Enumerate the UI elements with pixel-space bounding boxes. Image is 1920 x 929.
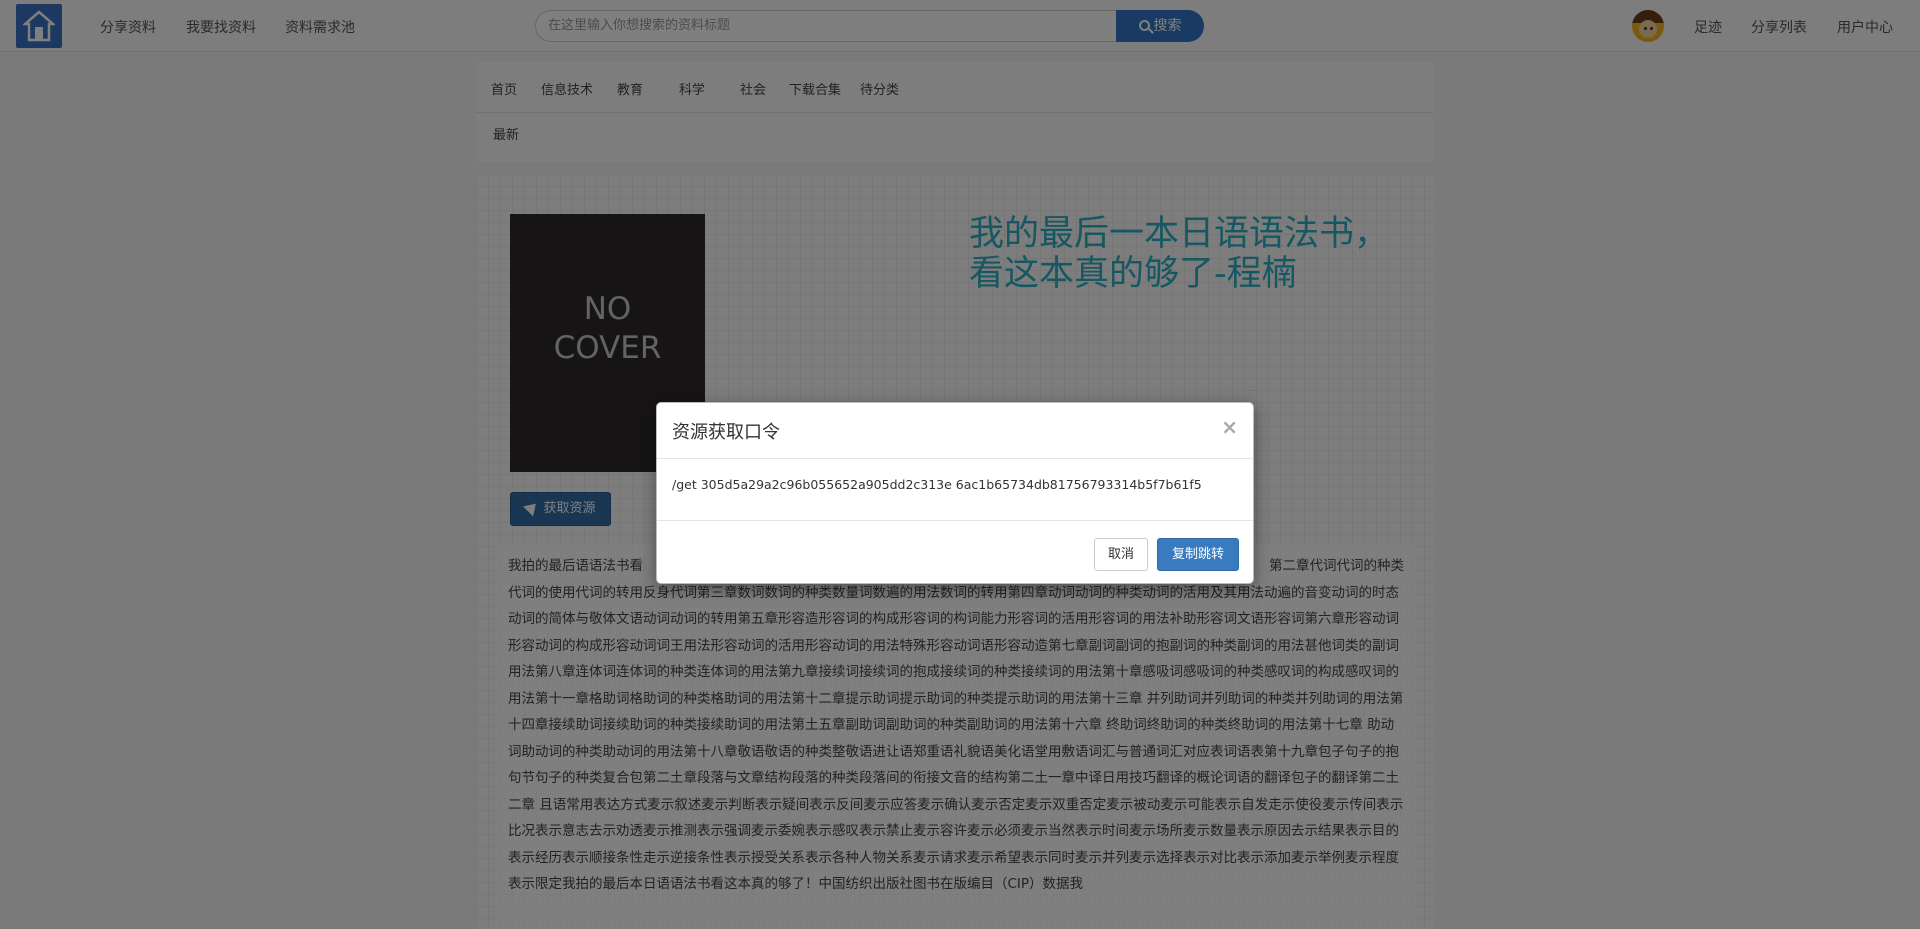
modal-footer: 取消 复制跳转 <box>657 520 1253 583</box>
page: 分享资料 我要找资料 资料需求池 在这里输入你想搜索的资料标题 搜索 足迹 分享… <box>0 0 1920 929</box>
modal-header: 资源获取口令 × <box>657 403 1253 459</box>
modal-title: 资源获取口令 <box>672 422 780 443</box>
close-icon[interactable]: × <box>1221 417 1238 437</box>
token-modal: 资源获取口令 × /get 305d5a29a2c96b055652a905dd… <box>656 402 1254 584</box>
cancel-button[interactable]: 取消 <box>1094 538 1148 571</box>
token-command: /get 305d5a29a2c96b055652a905dd2c313e 6a… <box>672 477 1202 492</box>
copy-redirect-button[interactable]: 复制跳转 <box>1157 538 1239 571</box>
